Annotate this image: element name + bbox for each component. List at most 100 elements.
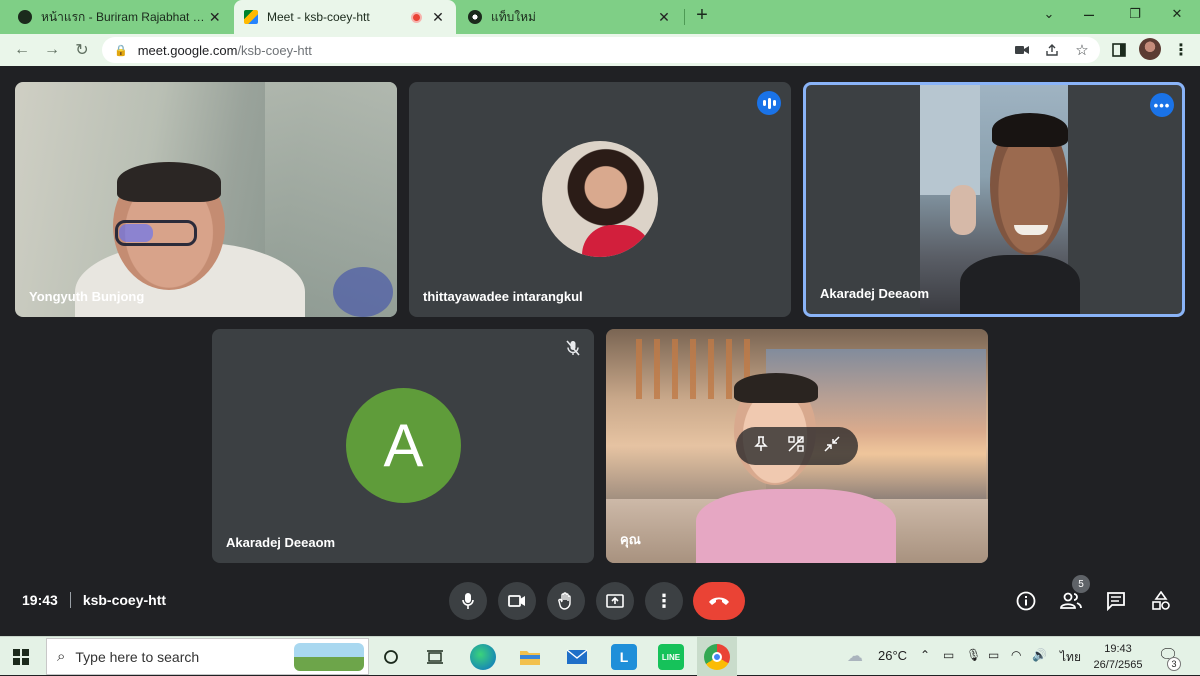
glasses-reflection — [119, 224, 153, 242]
meeting-details: 19:43 ksb-coey-htt — [22, 592, 166, 608]
address-bar[interactable]: 🔒 meet.google.com/ksb-coey-htt — [102, 37, 1100, 63]
participant-avatar-letter: A — [346, 388, 461, 503]
restore-button[interactable]: ❐ — [1112, 0, 1158, 28]
hang-up-icon — [709, 597, 729, 605]
microphone-tray-icon[interactable]: 🎙 — [966, 648, 981, 662]
meeting-code: ksb-coey-htt — [82, 592, 167, 608]
avatar-shirt — [582, 225, 652, 257]
show-hidden-icons-icon[interactable]: ⌃ — [920, 648, 930, 662]
more-options-icon[interactable]: ••• — [1150, 93, 1174, 117]
volume-icon[interactable]: 🔊 — [1032, 648, 1047, 662]
line-l-app-icon[interactable]: L — [611, 644, 637, 670]
side-panel-icon[interactable] — [1108, 39, 1130, 61]
pin-icon[interactable] — [754, 436, 768, 456]
activities-button[interactable] — [1149, 589, 1173, 613]
file-explorer-icon[interactable] — [517, 644, 543, 670]
close-tab-icon[interactable]: ✕ — [207, 9, 222, 26]
speaking-indicator-icon — [757, 91, 781, 115]
minimize-button[interactable]: – — [1066, 0, 1112, 28]
more-options-button[interactable]: ⋮ — [645, 582, 683, 620]
windows-taskbar: ⌕ Type here to search L LINE ☁ 26°C ⌃ ▭ … — [0, 636, 1200, 676]
camera-button[interactable] — [498, 582, 536, 620]
meeting-info-button[interactable] — [1014, 589, 1038, 613]
reload-button[interactable]: ↻ — [70, 38, 94, 62]
microphone-icon — [462, 593, 474, 609]
camera-icon — [508, 595, 525, 607]
forward-button[interactable]: → — [40, 38, 64, 62]
tab-buriram[interactable]: หน้าแรก - Buriram Rajabhat Unive ✕ — [8, 0, 232, 34]
participant-avatar — [542, 141, 658, 257]
input-language[interactable]: ไทย — [1060, 648, 1081, 667]
tab-meet[interactable]: Meet - ksb-coey-htt ✕ — [234, 0, 456, 34]
profile-avatar[interactable] — [1139, 38, 1161, 60]
person-shirt — [960, 255, 1080, 314]
tab-title: Meet - ksb-coey-htt — [267, 10, 370, 24]
minimize-tile-icon[interactable] — [824, 436, 840, 456]
participant-name: คุณ — [620, 532, 641, 547]
search-icon: ⌕ — [57, 648, 66, 665]
camera-in-use-icon[interactable] — [1013, 41, 1031, 59]
divider — [69, 592, 71, 608]
participant-tile[interactable]: Yongyuth Bunjong — [15, 82, 397, 317]
lock-icon: 🔒 — [114, 44, 128, 57]
chat-icon — [1107, 592, 1125, 611]
line-messenger-icon[interactable]: LINE — [658, 644, 684, 670]
tile-overlay-controls — [736, 427, 858, 465]
participant-name: Akaradej Deeaom — [820, 286, 930, 301]
clock-date: 26/7/2565 — [1093, 659, 1143, 671]
person-smile — [1014, 225, 1048, 235]
taskbar-search-box[interactable]: ⌕ Type here to search — [46, 638, 369, 675]
activities-icon — [1152, 591, 1170, 610]
self-view-tile[interactable]: คุณ — [606, 329, 988, 563]
participant-tile[interactable]: thittayawadee intarangkul — [409, 82, 791, 317]
background-person — [950, 185, 976, 235]
taskbar-clock[interactable]: 19:43 26/7/2565 — [1092, 641, 1144, 673]
close-tab-icon[interactable]: ✕ — [656, 9, 672, 26]
people-count-badge: 5 — [1072, 575, 1090, 593]
tab-title: หน้าแรก - Buriram Rajabhat Unive — [41, 9, 208, 24]
windows-start-icon[interactable] — [8, 644, 34, 670]
cortana-icon[interactable] — [378, 644, 404, 670]
participant-tile[interactable]: A Akaradej Deeaom — [212, 329, 594, 563]
share-icon[interactable] — [1043, 41, 1061, 59]
close-window-button[interactable]: ✕ — [1154, 0, 1200, 28]
mail-icon[interactable] — [564, 644, 590, 670]
task-view-icon[interactable] — [422, 644, 448, 670]
meet-control-bar: 19:43 ksb-coey-htt ⋮ — [0, 575, 1200, 635]
url-path: /ksb-coey-htt — [237, 42, 312, 58]
participant-name: Akaradej Deeaom — [226, 535, 336, 550]
battery-icon[interactable]: ▭ — [988, 648, 999, 662]
temperature[interactable]: 26°C — [878, 648, 907, 663]
person-hair — [992, 113, 1068, 147]
back-button[interactable]: ← — [10, 38, 34, 62]
leave-call-button[interactable] — [693, 582, 745, 620]
chat-button[interactable] — [1104, 589, 1128, 613]
new-tab-button[interactable]: + — [690, 4, 714, 27]
hand-icon — [558, 592, 571, 610]
menu-kebab-icon[interactable]: ⋮ — [1170, 39, 1192, 61]
chrome-icon — [468, 10, 482, 24]
participant-video — [920, 85, 1080, 314]
close-tab-icon[interactable]: ✕ — [430, 9, 446, 26]
edge-icon[interactable] — [470, 644, 496, 670]
present-icon — [606, 594, 624, 608]
tab-new[interactable]: แท็บใหม่ ✕ — [458, 0, 682, 34]
present-screen-button[interactable] — [596, 582, 634, 620]
browser-toolbar: ← → ↻ 🔒 meet.google.com/ksb-coey-htt ☆ ⋮ — [0, 34, 1200, 66]
weather-icon[interactable]: ☁ — [847, 646, 863, 666]
raise-hand-button[interactable] — [547, 582, 585, 620]
meet-now-icon[interactable]: ▭ — [943, 648, 954, 662]
notification-count-badge: 3 — [1167, 657, 1181, 671]
search-highlight-image — [294, 643, 364, 671]
hide-self-view-icon[interactable] — [788, 436, 804, 456]
meet-icon — [244, 10, 258, 24]
window-background — [920, 85, 980, 195]
clock-time: 19:43 — [1104, 643, 1132, 655]
participant-name: thittayawadee intarangkul — [423, 289, 583, 304]
person-shirt — [696, 489, 896, 563]
chrome-taskbar-icon[interactable] — [704, 644, 730, 670]
participant-tile-highlighted[interactable]: ••• Akaradej Deeaom — [803, 82, 1185, 317]
wifi-icon[interactable]: ◠ — [1011, 648, 1021, 662]
bookmark-star-icon[interactable]: ☆ — [1073, 41, 1091, 59]
microphone-button[interactable] — [449, 582, 487, 620]
